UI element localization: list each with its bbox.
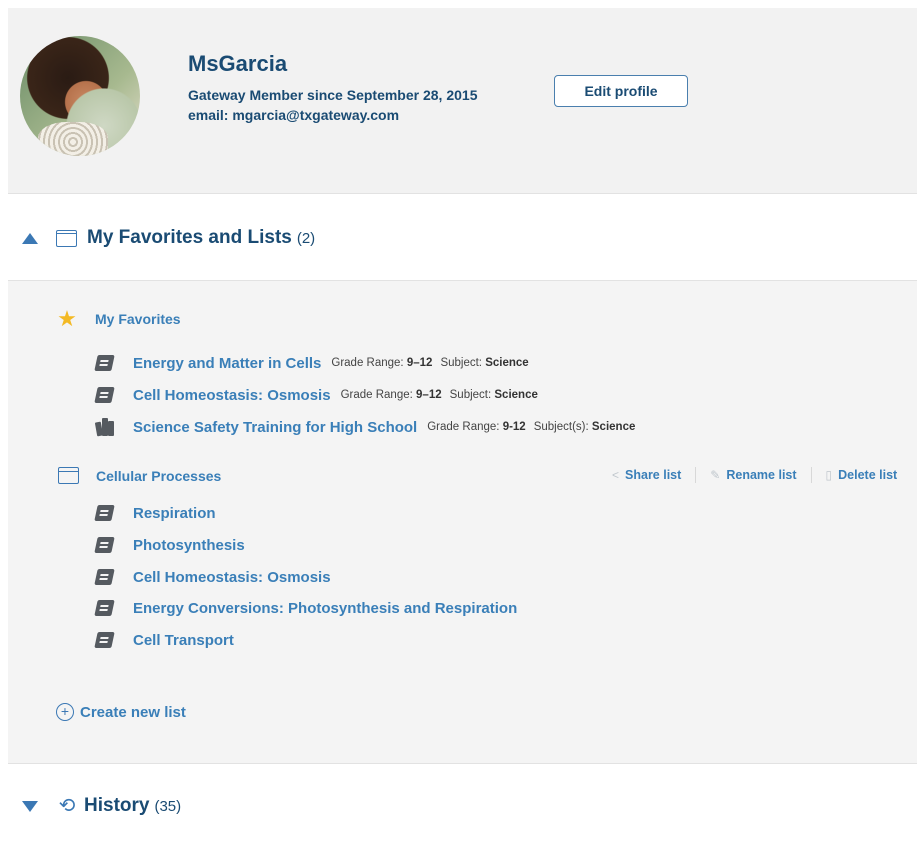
- book-icon: [94, 387, 115, 403]
- cellular-list-header[interactable]: Cellular Processes: [57, 467, 221, 484]
- item-title[interactable]: Science Safety Training for High School: [133, 419, 417, 436]
- history-section-header[interactable]: ⟲ History (35): [0, 786, 917, 826]
- create-new-list-button[interactable]: + Create new list: [56, 703, 186, 721]
- item-title[interactable]: Cell Homeostasis: Osmosis: [133, 569, 331, 586]
- book-icon: [94, 537, 115, 553]
- favorites-section-header[interactable]: My Favorites and Lists (2): [0, 218, 917, 258]
- list-actions: < Share list ✎ Rename list ▯ Delete list: [612, 467, 897, 483]
- list-item[interactable]: Energy Conversions: Photosynthesis and R…: [94, 597, 517, 619]
- folder-icon: [57, 467, 79, 484]
- list-item[interactable]: Respiration: [94, 502, 216, 524]
- item-meta: Grade Range: 9–12 Subject: Science: [331, 357, 529, 369]
- list-item[interactable]: Cell Transport: [94, 629, 234, 651]
- item-title[interactable]: Energy and Matter in Cells: [133, 355, 321, 372]
- item-title[interactable]: Cell Transport: [133, 632, 234, 649]
- star-icon: ★: [57, 306, 77, 331]
- favorite-item[interactable]: Cell Homeostasis: Osmosis Grade Range: 9…: [94, 384, 538, 406]
- lists-panel: ★ My Favorites Energy and Matter in Cell…: [8, 281, 917, 764]
- list-item[interactable]: Cell Homeostasis: Osmosis: [94, 566, 331, 588]
- section-title: History: [84, 795, 150, 816]
- delete-list-button[interactable]: ▯ Delete list: [826, 468, 898, 482]
- pencil-icon: ✎: [710, 468, 721, 482]
- list-title[interactable]: Cellular Processes: [96, 468, 221, 484]
- avatar: [20, 36, 140, 156]
- section-count: (2): [296, 229, 316, 247]
- my-favorites-title[interactable]: My Favorites: [95, 311, 181, 327]
- member-since: Gateway Member since September 28, 2015: [188, 87, 478, 103]
- share-icon: <: [612, 468, 620, 482]
- collapse-triangle-icon[interactable]: [22, 232, 38, 244]
- item-title[interactable]: Respiration: [133, 505, 216, 522]
- item-title[interactable]: Photosynthesis: [133, 537, 245, 554]
- item-meta: Grade Range: 9-12 Subject(s): Science: [427, 421, 636, 433]
- my-favorites-header[interactable]: ★ My Favorites: [56, 306, 181, 331]
- share-list-button[interactable]: < Share list: [612, 468, 681, 482]
- plus-circle-icon: +: [56, 703, 74, 721]
- list-item[interactable]: Photosynthesis: [94, 534, 245, 556]
- separator: [810, 467, 812, 483]
- section-title: My Favorites and Lists: [87, 227, 292, 248]
- favorite-item[interactable]: Energy and Matter in Cells Grade Range: …: [94, 352, 529, 374]
- rename-list-button[interactable]: ✎ Rename list: [710, 468, 796, 482]
- profile-email: email: mgarcia@txgateway.com: [188, 107, 400, 123]
- folder-icon: [55, 229, 77, 247]
- separator: [695, 467, 697, 483]
- create-new-list-label: Create new list: [80, 703, 186, 721]
- favorite-item[interactable]: Science Safety Training for High School …: [94, 416, 636, 438]
- books-icon: [94, 418, 115, 437]
- history-icon: ⟲: [58, 795, 76, 817]
- profile-header: MsGarcia Gateway Member since September …: [8, 8, 917, 194]
- profile-name: MsGarcia: [188, 51, 288, 76]
- section-count: (35): [154, 797, 182, 815]
- book-icon: [94, 632, 115, 648]
- book-icon: [94, 569, 115, 585]
- book-icon: [94, 355, 115, 371]
- trash-icon: ▯: [825, 468, 833, 482]
- edit-profile-button[interactable]: Edit profile: [554, 75, 688, 107]
- item-title[interactable]: Energy Conversions: Photosynthesis and R…: [133, 600, 517, 617]
- profile-meta: Gateway Member since September 28, 2015 …: [188, 85, 477, 125]
- book-icon: [94, 600, 115, 616]
- item-title[interactable]: Cell Homeostasis: Osmosis: [133, 387, 331, 404]
- expand-triangle-icon[interactable]: [22, 800, 38, 812]
- item-meta: Grade Range: 9–12 Subject: Science: [340, 389, 538, 401]
- book-icon: [94, 505, 115, 521]
